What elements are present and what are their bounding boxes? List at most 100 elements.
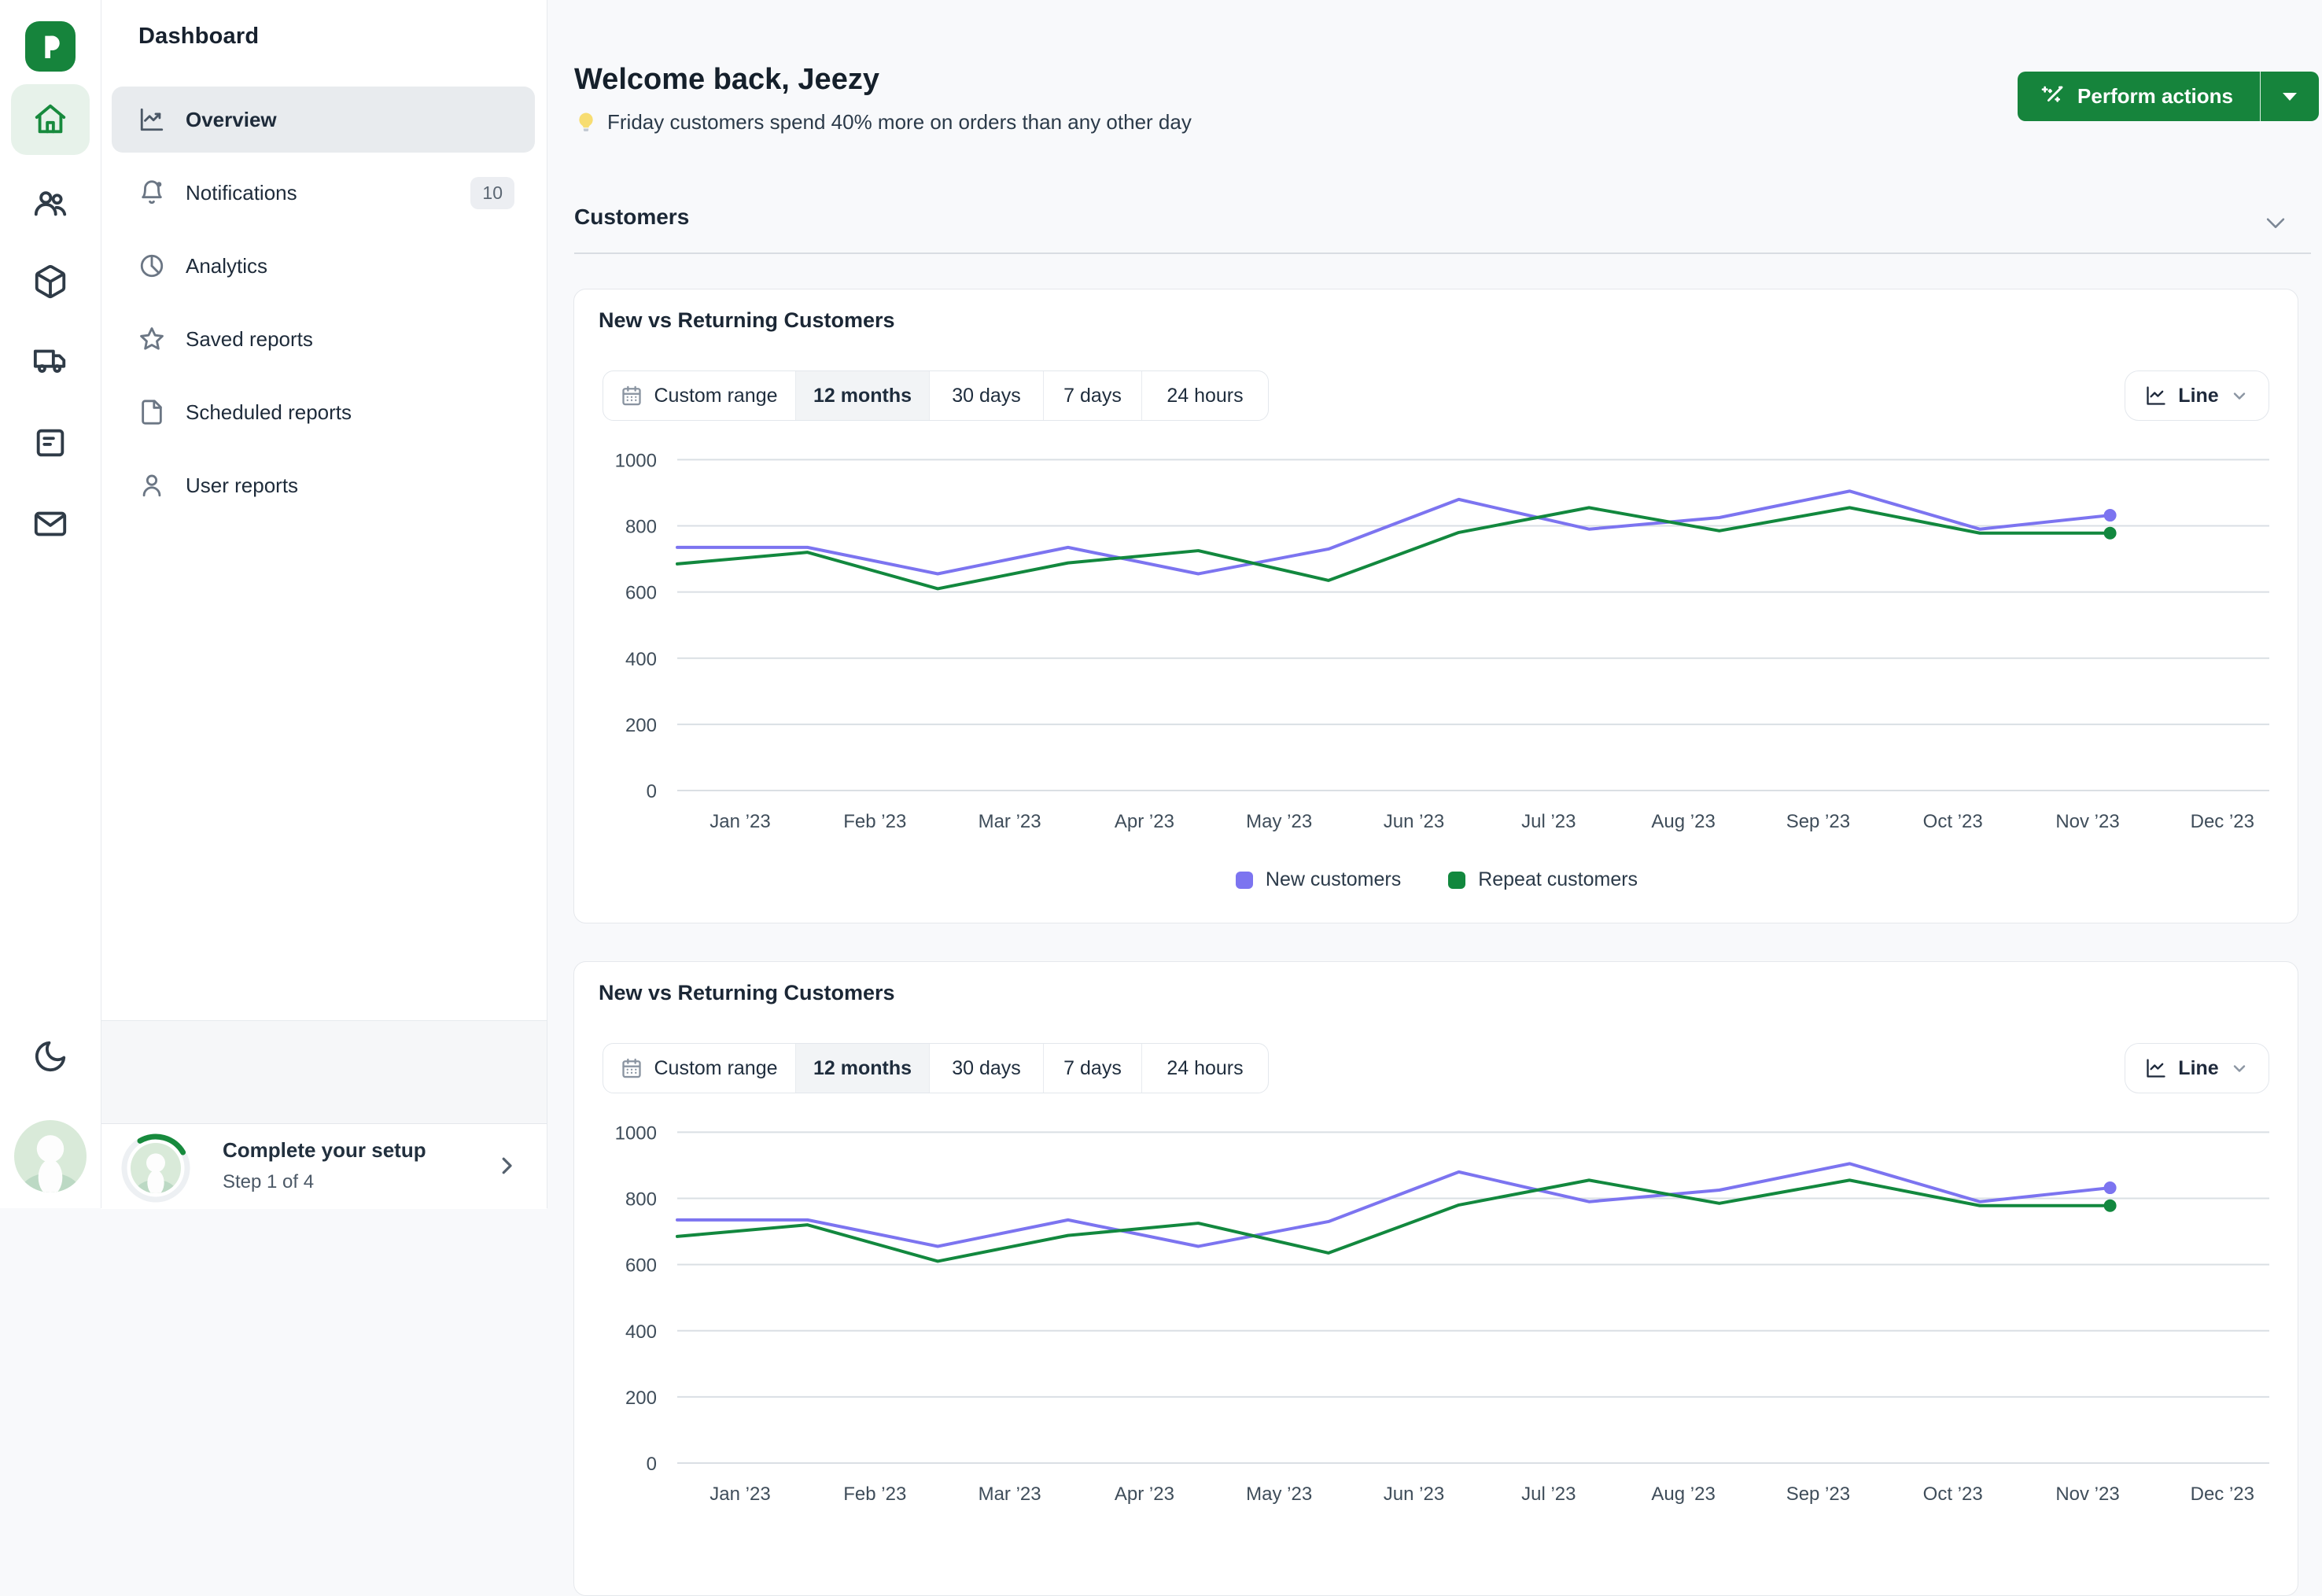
sidebar-item-label: User reports bbox=[186, 474, 298, 498]
tab-custom-range[interactable]: Custom range bbox=[603, 371, 796, 420]
tab-12-months[interactable]: 12 months bbox=[796, 371, 930, 420]
tab-12-months[interactable]: 12 months bbox=[796, 1044, 930, 1093]
lightbulb-icon bbox=[574, 111, 598, 135]
moon-icon bbox=[32, 1038, 68, 1074]
legend-swatch-repeat bbox=[1448, 872, 1465, 889]
sidebar-item-user-reports[interactable]: User reports bbox=[112, 452, 535, 518]
tab-24-hours[interactable]: 24 hours bbox=[1142, 1044, 1268, 1093]
svg-text:May ’23: May ’23 bbox=[1246, 1484, 1312, 1505]
tab-label: 30 days bbox=[952, 385, 1021, 407]
svg-text:Sep ’23: Sep ’23 bbox=[1786, 1484, 1850, 1505]
chart-type-label: Line bbox=[2178, 385, 2218, 407]
package-icon bbox=[32, 264, 68, 300]
svg-text:Apr ’23: Apr ’23 bbox=[1115, 1484, 1174, 1505]
svg-text:Dec ’23: Dec ’23 bbox=[2191, 811, 2254, 832]
chart-type-label: Line bbox=[2178, 1057, 2218, 1080]
rail-mail-button[interactable] bbox=[11, 488, 90, 559]
perform-actions-label: Perform actions bbox=[2077, 84, 2233, 109]
tab-30-days[interactable]: 30 days bbox=[930, 1044, 1044, 1093]
tab-label: 24 hours bbox=[1167, 385, 1243, 407]
notifications-count-badge: 10 bbox=[470, 177, 514, 209]
tab-label: 24 hours bbox=[1167, 1057, 1243, 1080]
bell-icon bbox=[138, 179, 165, 206]
rail-customers-button[interactable] bbox=[11, 168, 90, 239]
setup-avatar bbox=[131, 1143, 181, 1193]
user-icon bbox=[138, 472, 165, 499]
rail-products-button[interactable] bbox=[11, 246, 90, 317]
tab-7-days[interactable]: 7 days bbox=[1044, 371, 1142, 420]
svg-text:200: 200 bbox=[625, 1388, 657, 1409]
svg-text:Nov ’23: Nov ’23 bbox=[2055, 1484, 2119, 1505]
tab-24-hours[interactable]: 24 hours bbox=[1142, 371, 1268, 420]
sidebar-item-label: Analytics bbox=[186, 254, 267, 278]
home-icon bbox=[32, 101, 68, 138]
section-collapse-chevron[interactable] bbox=[2262, 209, 2289, 236]
svg-text:1000: 1000 bbox=[615, 450, 657, 471]
rail-notes-button[interactable] bbox=[11, 407, 90, 478]
tab-custom-range[interactable]: Custom range bbox=[603, 1044, 796, 1093]
sidebar-item-scheduled-reports[interactable]: Scheduled reports bbox=[112, 379, 535, 445]
sidebar-item-notifications[interactable]: Notifications 10 bbox=[112, 160, 535, 226]
svg-text:Jan ’23: Jan ’23 bbox=[710, 811, 770, 832]
tab-30-days[interactable]: 30 days bbox=[930, 371, 1044, 420]
tab-label: Custom range bbox=[654, 1057, 777, 1080]
section-title-customers: Customers bbox=[574, 205, 689, 230]
svg-text:800: 800 bbox=[625, 1189, 657, 1211]
rail-shipping-button[interactable] bbox=[11, 325, 90, 396]
file-icon bbox=[138, 399, 165, 426]
svg-text:Feb ’23: Feb ’23 bbox=[843, 811, 906, 832]
svg-text:600: 600 bbox=[625, 1255, 657, 1277]
svg-text:May ’23: May ’23 bbox=[1246, 811, 1312, 832]
svg-text:Nov ’23: Nov ’23 bbox=[2055, 811, 2119, 832]
svg-text:400: 400 bbox=[625, 649, 657, 670]
svg-text:Feb ’23: Feb ’23 bbox=[843, 1484, 906, 1505]
chart-type-dropdown[interactable]: Line bbox=[2125, 1043, 2269, 1093]
svg-text:Apr ’23: Apr ’23 bbox=[1115, 811, 1174, 832]
avatar-image bbox=[131, 1143, 181, 1193]
sidebar-item-overview[interactable]: Overview bbox=[112, 87, 535, 153]
svg-text:200: 200 bbox=[625, 715, 657, 736]
rail-home-button[interactable] bbox=[11, 84, 90, 155]
legend-item-new-customers: New customers bbox=[1236, 868, 1401, 891]
tab-label: 12 months bbox=[813, 385, 912, 407]
chart-card-new-vs-returning-1: New vs Returning Customers Custom range … bbox=[573, 289, 2298, 923]
svg-text:0: 0 bbox=[647, 1454, 657, 1475]
sidebar-title: Dashboard bbox=[138, 24, 259, 50]
notes-icon bbox=[32, 425, 68, 461]
tab-7-days[interactable]: 7 days bbox=[1044, 1044, 1142, 1093]
caret-down-icon bbox=[2281, 91, 2298, 102]
mail-icon bbox=[32, 506, 68, 542]
sidebar-item-label: Overview bbox=[186, 108, 277, 132]
setup-progress-panel[interactable]: Complete your setup Step 1 of 4 bbox=[101, 1123, 547, 1209]
svg-text:Jul ’23: Jul ’23 bbox=[1521, 811, 1576, 832]
chart-card-new-vs-returning-2: New vs Returning Customers Custom range … bbox=[573, 961, 2298, 1596]
card-title: New vs Returning Customers bbox=[599, 308, 895, 333]
svg-text:Jun ’23: Jun ’23 bbox=[1384, 811, 1444, 832]
perform-actions-button[interactable]: Perform actions bbox=[2018, 72, 2260, 121]
time-range-tabs: Custom range 12 months 30 days 7 days 24… bbox=[603, 1043, 1269, 1093]
chart-type-dropdown[interactable]: Line bbox=[2125, 370, 2269, 421]
svg-text:Sep ’23: Sep ’23 bbox=[1786, 811, 1850, 832]
svg-text:400: 400 bbox=[625, 1321, 657, 1343]
chevron-right-icon[interactable] bbox=[495, 1154, 518, 1178]
legend-label: New customers bbox=[1266, 868, 1401, 891]
daily-tip: Friday customers spend 40% more on order… bbox=[574, 110, 1192, 135]
page-greeting: Welcome back, Jeezy bbox=[574, 63, 879, 97]
svg-text:Jul ’23: Jul ’23 bbox=[1521, 1484, 1576, 1505]
sidebar-item-label: Saved reports bbox=[186, 327, 313, 352]
calendar-icon bbox=[621, 385, 643, 407]
icon-rail bbox=[0, 0, 101, 1208]
chevron-down-icon bbox=[2230, 386, 2249, 405]
user-avatar[interactable] bbox=[14, 1120, 87, 1192]
svg-text:600: 600 bbox=[625, 583, 657, 604]
chevron-down-icon bbox=[2262, 209, 2289, 236]
svg-text:Jun ’23: Jun ’23 bbox=[1384, 1484, 1444, 1505]
chevron-down-icon bbox=[2230, 1059, 2249, 1078]
legend-swatch-new bbox=[1236, 872, 1253, 889]
pie-chart-icon bbox=[138, 252, 165, 279]
sidebar-item-analytics[interactable]: Analytics bbox=[112, 233, 535, 299]
perform-actions-menu-button[interactable] bbox=[2260, 72, 2319, 121]
sidebar-item-saved-reports[interactable]: Saved reports bbox=[112, 306, 535, 372]
dark-mode-toggle[interactable] bbox=[32, 1038, 68, 1074]
svg-text:Aug ’23: Aug ’23 bbox=[1651, 811, 1715, 832]
